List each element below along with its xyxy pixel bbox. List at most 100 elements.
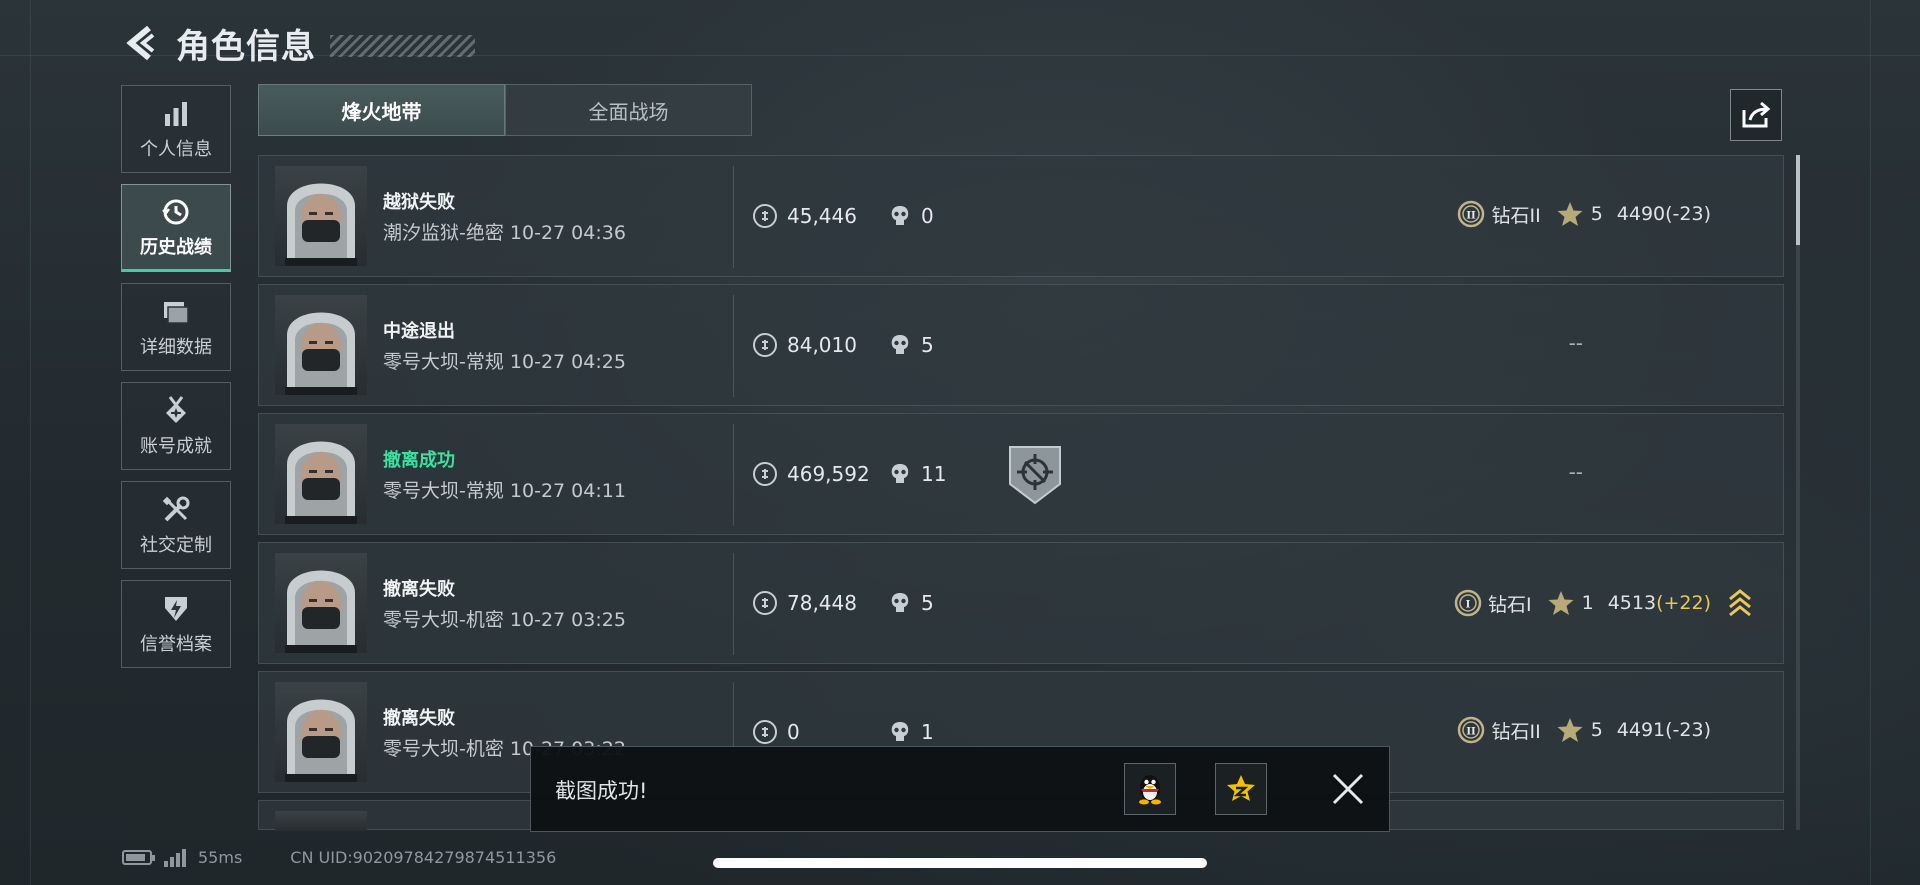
kill-count: 5 (889, 333, 934, 357)
coin-icon (753, 333, 777, 357)
skull-icon (891, 464, 909, 483)
share-qq-button[interactable] (1124, 763, 1176, 815)
back-button[interactable] (120, 23, 160, 63)
share-export-icon (1742, 101, 1771, 128)
mode-tabs: 烽火地带 全面战场 (258, 84, 752, 136)
share-button[interactable] (1730, 89, 1782, 141)
match-history-list: 越狱失败 潮汐监狱-绝密 10-27 04:36 45,446 0 II 钻石I… (258, 155, 1784, 837)
match-map-time: 零号大坝-常规 10-27 04:11 (383, 476, 626, 503)
rank-stars: 5 (1590, 719, 1603, 741)
operator-avatar (275, 166, 367, 266)
money-value: 78,448 (787, 591, 857, 615)
score-delta: (-23) (1665, 719, 1711, 741)
history-clock-icon (162, 199, 189, 225)
skull-icon (891, 722, 909, 741)
match-result: 撤离失败 (383, 708, 455, 729)
title-decoration (330, 35, 475, 57)
kill-count: 0 (889, 204, 934, 228)
money-value: 0 (787, 720, 800, 744)
home-indicator[interactable] (713, 858, 1207, 868)
sidebar-item-achievements[interactable]: 账号成就 (121, 382, 231, 470)
rank-stars: 5 (1590, 203, 1603, 225)
close-icon[interactable] (1328, 769, 1368, 809)
match-row[interactable]: 撤离失败 零号大坝-机密 10-27 03:25 78,448 5 I 钻石I (258, 542, 1784, 664)
row-divider (733, 295, 734, 397)
ping-value: 55ms (198, 848, 243, 867)
rank-tier-icon: II (1458, 716, 1485, 744)
share-qzone-button[interactable] (1215, 763, 1267, 815)
match-time: 10-27 04:11 (509, 480, 626, 502)
sidebar-item-label: 信誉档案 (140, 634, 212, 655)
rank-info: II 钻石II 5 4491(-23) (1457, 716, 1711, 744)
coin-icon (753, 204, 777, 228)
coin-icon (753, 462, 777, 486)
sidebar-item-social[interactable]: 社交定制 (121, 481, 231, 569)
money-earned: 78,448 (753, 591, 857, 615)
skull-icon (891, 593, 909, 612)
bg-grid-line (1870, 0, 1871, 885)
sidebar-item-label: 详细数据 (140, 337, 212, 358)
rank-tier-icon: I (1454, 589, 1482, 617)
svg-text:II: II (1467, 727, 1477, 738)
kill-value: 11 (921, 462, 947, 486)
money-value: 84,010 (787, 333, 857, 357)
sidebar-item-match-history[interactable]: 历史战绩 (121, 184, 231, 272)
folder-icon (164, 302, 189, 324)
map-name: 零号大坝-常规 (383, 351, 504, 373)
page-header: 角色信息 (120, 18, 475, 68)
qzone-star-icon (1227, 775, 1255, 801)
qq-penguin-icon (1139, 775, 1161, 805)
bar-chart-icon (165, 102, 187, 126)
scrollbar-thumb[interactable] (1796, 155, 1800, 245)
star-icon (1557, 718, 1583, 742)
rank-info: II 钻石II 5 4490(-23) (1457, 200, 1711, 228)
rank-empty: -- (1568, 331, 1583, 355)
rank-empty: -- (1568, 460, 1583, 484)
rank-score: 4513(+22) (1607, 592, 1711, 614)
svg-text:II: II (1467, 211, 1477, 222)
coin-icon (753, 720, 777, 744)
rank-stars: 1 (1581, 592, 1594, 614)
match-time: 10-27 04:25 (509, 351, 626, 373)
page-title: 角色信息 (176, 26, 316, 67)
kill-count: 5 (889, 591, 934, 615)
score-delta: (+22) (1656, 592, 1711, 614)
tools-icon (162, 496, 190, 522)
rank-score: 4490(-23) (1616, 203, 1711, 225)
money-earned: 469,592 (753, 462, 870, 486)
sidebar-item-reputation[interactable]: 信誉档案 (121, 580, 231, 668)
kill-value: 1 (921, 720, 934, 744)
match-result: 撤离成功 (383, 450, 455, 471)
coin-icon (753, 591, 777, 615)
kill-count: 11 (889, 462, 946, 486)
money-value: 45,446 (787, 204, 857, 228)
match-row[interactable]: 越狱失败 潮汐监狱-绝密 10-27 04:36 45,446 0 II 钻石I… (258, 155, 1784, 277)
operator-avatar (275, 811, 367, 831)
sidebar-item-personal-info[interactable]: 个人信息 (121, 85, 231, 173)
match-row[interactable]: 撤离成功 零号大坝-常规 10-27 04:11 469,592 11 -- (258, 413, 1784, 535)
tab-full-battlefield[interactable]: 全面战场 (505, 84, 752, 136)
sidebar-item-detailed-data[interactable]: 详细数据 (121, 283, 231, 371)
tab-warfare-zone[interactable]: 烽火地带 (258, 84, 505, 136)
kill-value: 0 (921, 204, 934, 228)
toast-message: 截图成功! (555, 779, 648, 803)
operator-avatar (275, 682, 367, 782)
operator-avatar (275, 295, 367, 395)
back-arrow-icon (126, 25, 155, 61)
medal-icon (166, 396, 186, 423)
svg-text:I: I (1466, 600, 1471, 611)
map-name: 零号大坝-机密 (383, 738, 504, 760)
screenshot-toast: 截图成功! (530, 746, 1390, 832)
sidebar: 个人信息 历史战绩 详细数据 账号成就 社交定制 信誉档案 (121, 85, 233, 679)
money-earned: 84,010 (753, 333, 857, 357)
rank-tier: 钻石I (1488, 593, 1532, 616)
scrollbar-track[interactable] (1796, 155, 1800, 830)
rank-tier: 钻石II (1491, 204, 1541, 227)
kill-count: 1 (889, 720, 934, 744)
match-row[interactable]: 中途退出 零号大坝-常规 10-27 04:25 84,010 5 -- (258, 284, 1784, 406)
money-value: 469,592 (787, 462, 870, 486)
map-name: 零号大坝-常规 (383, 480, 504, 502)
match-map-time: 零号大坝-常规 10-27 04:25 (383, 347, 626, 374)
star-icon (1557, 202, 1583, 226)
star-icon (1548, 591, 1574, 615)
